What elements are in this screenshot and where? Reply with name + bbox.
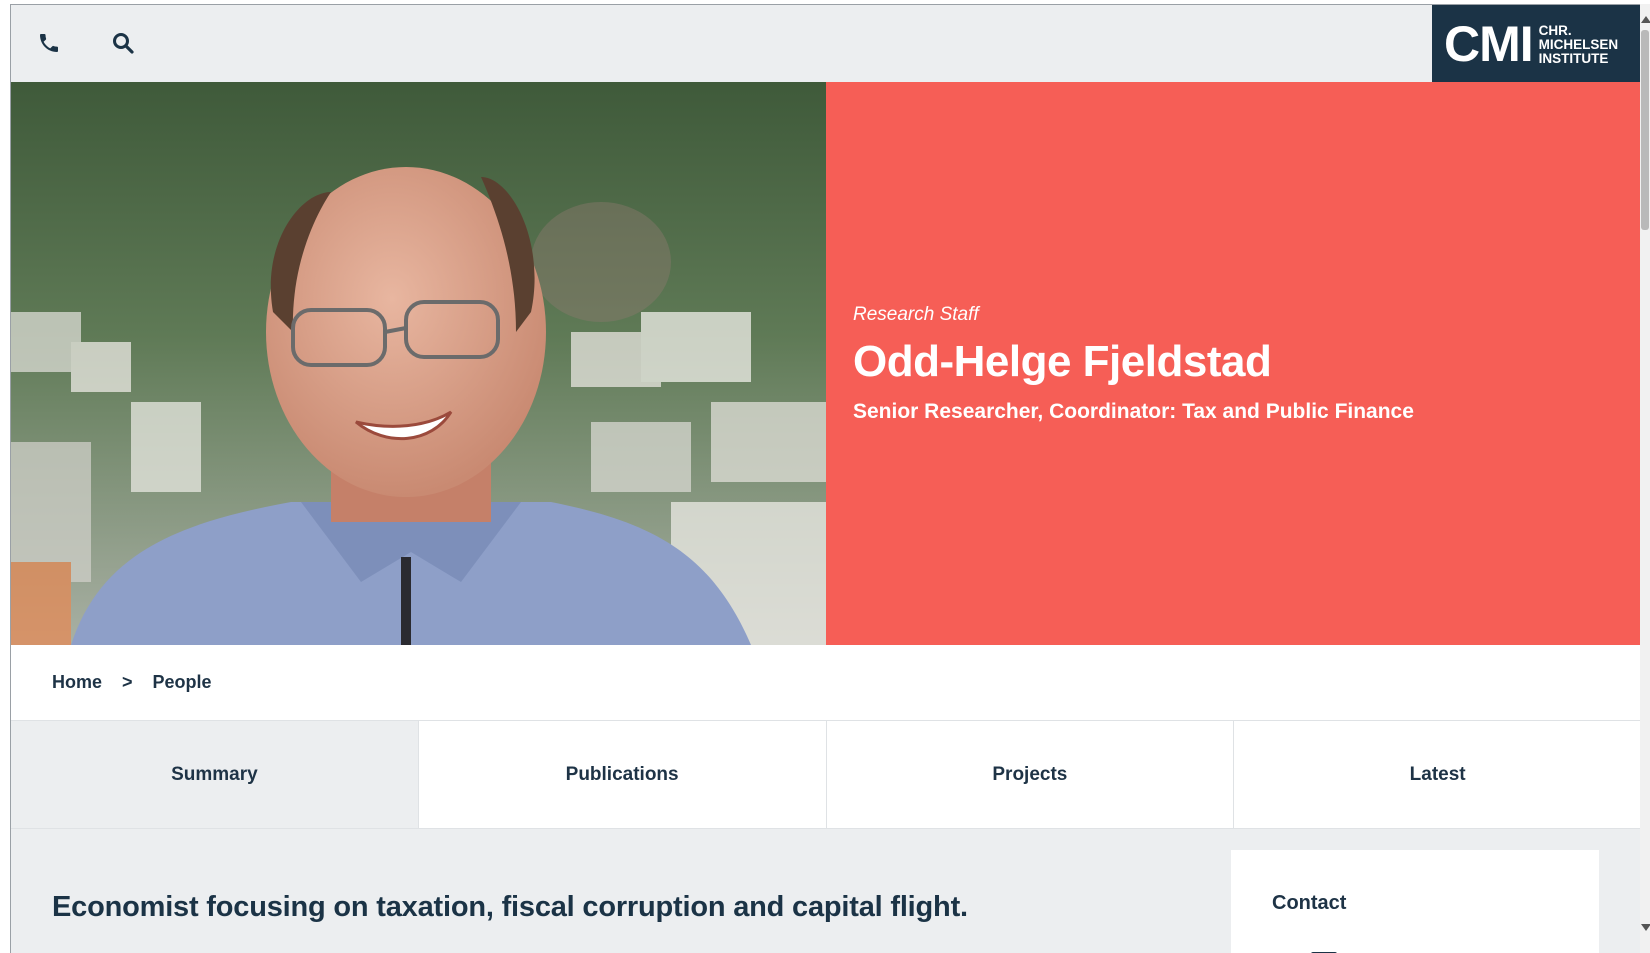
logo-line-3: INSTITUTE [1538, 50, 1609, 66]
scroll-down-arrow-icon[interactable] [1641, 924, 1650, 931]
logo-text: CHR. MICHELSEN INSTITUTE [1538, 22, 1619, 66]
browser-viewport: CMI CHR. MICHELSEN INSTITUTE Research St… [10, 4, 1640, 953]
contact-card: Contact [1231, 850, 1599, 953]
scroll-up-arrow-icon[interactable] [1641, 16, 1650, 23]
logo-line-1: CHR. [1538, 22, 1572, 38]
profile-photo [11, 82, 826, 645]
profile-tabs: Summary Publications Projects Latest [11, 720, 1640, 829]
top-bar: CMI CHR. MICHELSEN INSTITUTE [11, 5, 1640, 82]
breadcrumb-current[interactable]: People [153, 672, 212, 693]
breadcrumb-separator: > [122, 672, 133, 692]
logo-mark: CMI [1444, 15, 1534, 72]
search-icon[interactable] [109, 29, 137, 57]
breadcrumb: Home > People [11, 645, 1640, 720]
staff-category: Research Staff [853, 304, 979, 325]
profile-hero: Research Staff Odd-Helge Fjeldstad Senio… [11, 82, 1640, 645]
person-name: Odd-Helge Fjeldstad [853, 337, 1272, 386]
scrollbar-thumb[interactable] [1641, 30, 1649, 230]
logo-line-2: MICHELSEN [1538, 36, 1619, 52]
tab-summary[interactable]: Summary [11, 721, 419, 828]
tab-publications[interactable]: Publications [418, 721, 827, 828]
profile-info-panel: Research Staff Odd-Helge Fjeldstad Senio… [826, 82, 1640, 645]
summary-lead: Economist focusing on taxation, fiscal c… [52, 891, 968, 923]
cmi-logo[interactable]: CMI CHR. MICHELSEN INSTITUTE [1432, 5, 1640, 82]
contact-title: Contact [1272, 892, 1347, 914]
person-title: Senior Researcher, Coordinator: Tax and … [853, 400, 1414, 423]
breadcrumb-home[interactable]: Home [52, 672, 102, 693]
tab-latest[interactable]: Latest [1234, 721, 1640, 828]
summary-content: Economist focusing on taxation, fiscal c… [11, 829, 1640, 953]
tab-projects[interactable]: Projects [826, 721, 1235, 828]
phone-icon[interactable] [35, 29, 63, 57]
